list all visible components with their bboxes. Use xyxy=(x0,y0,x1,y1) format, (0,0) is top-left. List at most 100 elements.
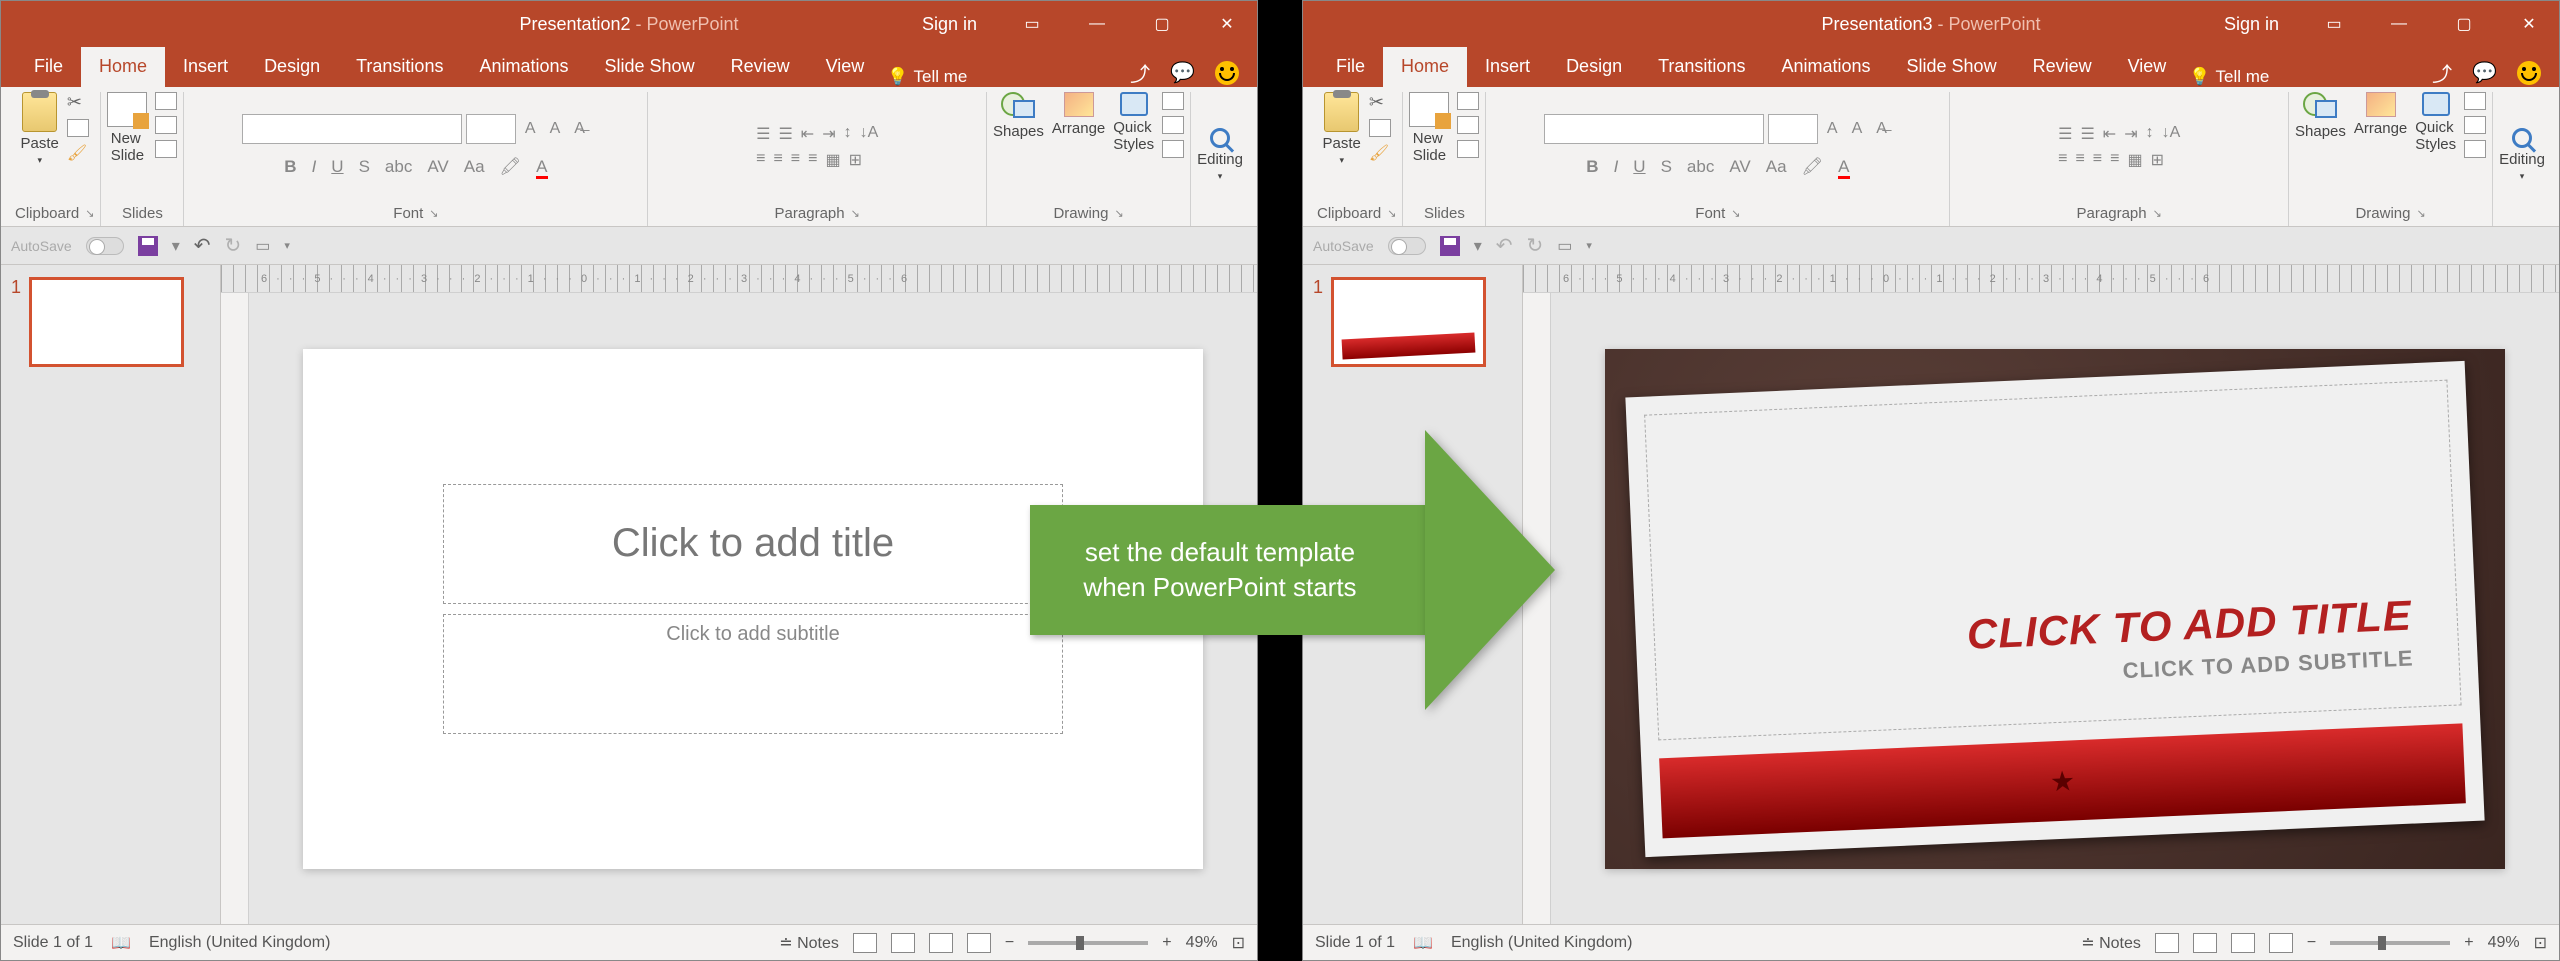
redo-icon[interactable]: ↻ xyxy=(225,233,242,258)
highlight-icon[interactable]: 🖍 xyxy=(1797,154,1829,180)
shadow-icon[interactable]: S xyxy=(354,154,375,180)
slide-thumbnail[interactable] xyxy=(29,277,184,367)
feedback-smiley-icon[interactable] xyxy=(2517,61,2541,85)
clear-format-icon[interactable]: A̶ xyxy=(1871,117,1892,141)
paragraph-launcher-icon[interactable]: ↘ xyxy=(851,207,860,220)
font-color-icon[interactable]: A xyxy=(1833,154,1854,180)
bullets-icon[interactable]: ☰ xyxy=(756,124,770,144)
drawing-launcher-icon[interactable]: ↘ xyxy=(2416,207,2425,220)
tab-insert[interactable]: Insert xyxy=(1467,46,1548,87)
shapes-button[interactable]: Shapes xyxy=(993,92,1044,140)
minimize-button[interactable]: — xyxy=(1077,1,1117,47)
fit-to-window-icon[interactable]: ⊡ xyxy=(1232,933,1245,953)
slideshow-view-icon[interactable] xyxy=(967,933,991,953)
tell-me-search[interactable]: 💡 Tell me xyxy=(887,67,967,87)
format-painter-icon[interactable]: 🖌 xyxy=(1369,143,1391,163)
autosave-toggle[interactable] xyxy=(1388,237,1426,255)
cut-icon[interactable]: ✂ xyxy=(67,92,89,113)
clipboard-launcher-icon[interactable]: ↘ xyxy=(1387,207,1396,220)
align-center-icon[interactable]: ≡ xyxy=(773,150,782,170)
bold-icon[interactable]: B xyxy=(279,154,301,180)
tab-view[interactable]: View xyxy=(808,46,883,87)
zoom-percent[interactable]: 49% xyxy=(2488,934,2520,952)
shadow-icon[interactable]: S xyxy=(1656,154,1677,180)
align-right-icon[interactable]: ≡ xyxy=(2093,150,2102,170)
indent-dec-icon[interactable]: ⇤ xyxy=(2103,124,2116,144)
sign-in-link[interactable]: Sign in xyxy=(2224,14,2279,35)
highlight-icon[interactable]: 🖍 xyxy=(495,154,527,180)
align-left-icon[interactable]: ≡ xyxy=(756,150,765,170)
qat-dropdown-icon[interactable]: ▾ xyxy=(1474,236,1482,256)
fit-to-window-icon[interactable]: ⊡ xyxy=(2534,933,2547,953)
start-from-beginning-icon[interactable]: ▭ xyxy=(255,236,270,256)
indent-inc-icon[interactable]: ⇥ xyxy=(822,124,835,144)
text-direction-icon[interactable]: ↓A xyxy=(860,124,879,144)
close-button[interactable]: ✕ xyxy=(2509,1,2549,47)
italic-icon[interactable]: I xyxy=(1609,154,1624,180)
ribbon-display-icon[interactable]: ▭ xyxy=(1012,1,1052,47)
slide-canvas[interactable]: CLICK TO ADD TITLE CLICK TO ADD SUBTITLE… xyxy=(1605,349,2505,869)
clipboard-launcher-icon[interactable]: ↘ xyxy=(85,207,94,220)
underline-icon[interactable]: U xyxy=(326,154,348,180)
paste-button[interactable]: Paste▾ xyxy=(1323,92,1361,166)
new-slide-button[interactable]: New Slide xyxy=(1409,92,1449,164)
line-spacing-icon[interactable]: ↕ xyxy=(2146,124,2154,144)
zoom-slider[interactable] xyxy=(1028,941,1148,945)
reading-view-icon[interactable] xyxy=(2231,933,2255,953)
undo-icon[interactable]: ↶ xyxy=(1496,233,1513,258)
qat-customize-icon[interactable]: ▾ xyxy=(1586,239,1592,252)
undo-icon[interactable]: ↶ xyxy=(194,233,211,258)
reset-icon[interactable] xyxy=(155,116,177,134)
font-family-combo[interactable] xyxy=(1544,114,1764,144)
section-icon[interactable] xyxy=(155,140,177,158)
tab-slideshow[interactable]: Slide Show xyxy=(587,46,713,87)
minimize-button[interactable]: — xyxy=(2379,1,2419,47)
tell-me-search[interactable]: 💡 Tell me xyxy=(2189,67,2269,87)
tab-file[interactable]: File xyxy=(16,46,81,87)
cut-icon[interactable]: ✂ xyxy=(1369,92,1391,113)
tab-home[interactable]: Home xyxy=(81,46,165,87)
feedback-smiley-icon[interactable] xyxy=(1215,61,1239,85)
redo-icon[interactable]: ↻ xyxy=(1527,233,1544,258)
ribbon-display-icon[interactable]: ▭ xyxy=(2314,1,2354,47)
font-color-icon[interactable]: A xyxy=(531,154,552,180)
numbering-icon[interactable]: ☰ xyxy=(2080,124,2094,144)
strike-icon[interactable]: abc xyxy=(1682,154,1719,180)
shapes-button[interactable]: Shapes xyxy=(2295,92,2346,140)
maximize-button[interactable]: ▢ xyxy=(1142,1,1182,47)
shape-effects-icon[interactable] xyxy=(2464,140,2486,158)
tab-insert[interactable]: Insert xyxy=(165,46,246,87)
grow-font-icon[interactable]: A xyxy=(520,117,541,141)
italic-icon[interactable]: I xyxy=(307,154,322,180)
spacing-icon[interactable]: AV xyxy=(1724,154,1755,180)
slide-thumbnail[interactable] xyxy=(1331,277,1486,367)
align-right-icon[interactable]: ≡ xyxy=(791,150,800,170)
shape-outline-icon[interactable] xyxy=(1162,116,1184,134)
justify-icon[interactable]: ≡ xyxy=(2110,150,2119,170)
slideshow-view-icon[interactable] xyxy=(2269,933,2293,953)
layout-icon[interactable] xyxy=(155,92,177,110)
underline-icon[interactable]: U xyxy=(1628,154,1650,180)
tab-transitions[interactable]: Transitions xyxy=(1640,46,1763,87)
align-left-icon[interactable]: ≡ xyxy=(2058,150,2067,170)
justify-icon[interactable]: ≡ xyxy=(808,150,817,170)
strike-icon[interactable]: abc xyxy=(380,154,417,180)
zoom-out-icon[interactable]: − xyxy=(1005,934,1014,952)
case-icon[interactable]: Aa xyxy=(1761,154,1792,180)
bullets-icon[interactable]: ☰ xyxy=(2058,124,2072,144)
tab-design[interactable]: Design xyxy=(1548,46,1640,87)
notes-button[interactable]: ≐ Notes xyxy=(779,933,839,953)
quick-styles-button[interactable]: Quick Styles xyxy=(2415,92,2456,153)
sorter-view-icon[interactable] xyxy=(891,933,915,953)
subtitle-placeholder[interactable]: CLICK TO ADD SUBTITLE xyxy=(2122,645,2414,684)
reset-icon[interactable] xyxy=(1457,116,1479,134)
spacing-icon[interactable]: AV xyxy=(422,154,453,180)
bold-icon[interactable]: B xyxy=(1581,154,1603,180)
qat-dropdown-icon[interactable]: ▾ xyxy=(172,236,180,256)
paragraph-launcher-icon[interactable]: ↘ xyxy=(2153,207,2162,220)
editing-button[interactable]: Editing▾ xyxy=(1197,128,1243,182)
tab-view[interactable]: View xyxy=(2110,46,2185,87)
comments-icon[interactable]: 💬 xyxy=(1170,60,1195,85)
normal-view-icon[interactable] xyxy=(853,933,877,953)
zoom-out-icon[interactable]: − xyxy=(2307,934,2316,952)
